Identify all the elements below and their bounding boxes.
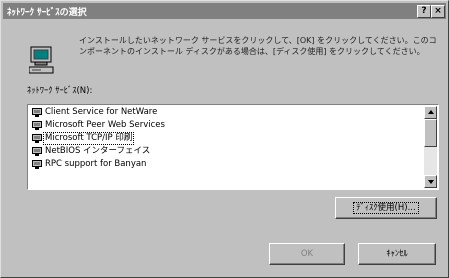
window-title: ﾈｯﾄﾜｰｸ ｻｰﾋﾞｽの選択 [7, 8, 87, 18]
arrow-up-icon [428, 110, 434, 114]
scroll-up-button[interactable] [424, 106, 437, 119]
list-item[interactable]: Client Service for NetWare [29, 106, 424, 119]
service-listbox[interactable]: Client Service for NetWare Microsoft Pee… [27, 104, 439, 190]
scroll-down-button[interactable] [424, 175, 437, 188]
list-item-label: Microsoft TCP/IP 印刷 [43, 132, 135, 145]
network-computer-icon [29, 46, 54, 74]
network-service-icon [32, 121, 42, 130]
list-item-label: RPC support for Banyan [45, 159, 147, 169]
vertical-scrollbar[interactable] [424, 106, 437, 188]
close-button[interactable]: × [431, 5, 445, 18]
title-bar[interactable]: ﾈｯﾄﾜｰｸ ｻｰﾋﾞｽの選択 ? × [3, 3, 446, 19]
list-item[interactable]: NetBIOS インターフェイス [29, 145, 424, 158]
have-disk-label: ﾃﾞｨｽｸ使用(H)... [353, 202, 419, 214]
arrow-down-icon [428, 180, 434, 184]
list-item[interactable]: RPC support for Banyan [29, 158, 424, 171]
list-item-selected[interactable]: Microsoft TCP/IP 印刷 [29, 132, 424, 145]
network-service-icon [32, 134, 42, 143]
network-service-icon [32, 108, 42, 117]
network-service-icon [32, 147, 42, 156]
dialog-window: ﾈｯﾄﾜｰｸ ｻｰﾋﾞｽの選択 ? × インストールしたいネットワーク サービス… [0, 0, 449, 278]
list-item[interactable]: Microsoft Peer Web Services [29, 119, 424, 132]
service-list-label: ﾈｯﾄﾜｰｸ ｻｰﾋﾞｽ(N): [27, 86, 93, 96]
list-item-label: Microsoft Peer Web Services [45, 120, 165, 130]
network-service-icon [32, 160, 42, 169]
ok-button[interactable]: OK [269, 243, 345, 265]
instruction-text: インストールしたいネットワーク サービスをクリックして、[OK] をクリックして… [79, 36, 437, 56]
scrollbar-thumb[interactable] [424, 119, 437, 147]
have-disk-button[interactable]: ﾃﾞｨｽｸ使用(H)... [335, 197, 437, 219]
cancel-button[interactable]: ｷｬﾝｾﾙ [358, 243, 436, 265]
help-button[interactable]: ? [417, 5, 431, 18]
list-item-label: NetBIOS インターフェイス [45, 146, 151, 156]
list-item-label: Client Service for NetWare [45, 107, 158, 117]
